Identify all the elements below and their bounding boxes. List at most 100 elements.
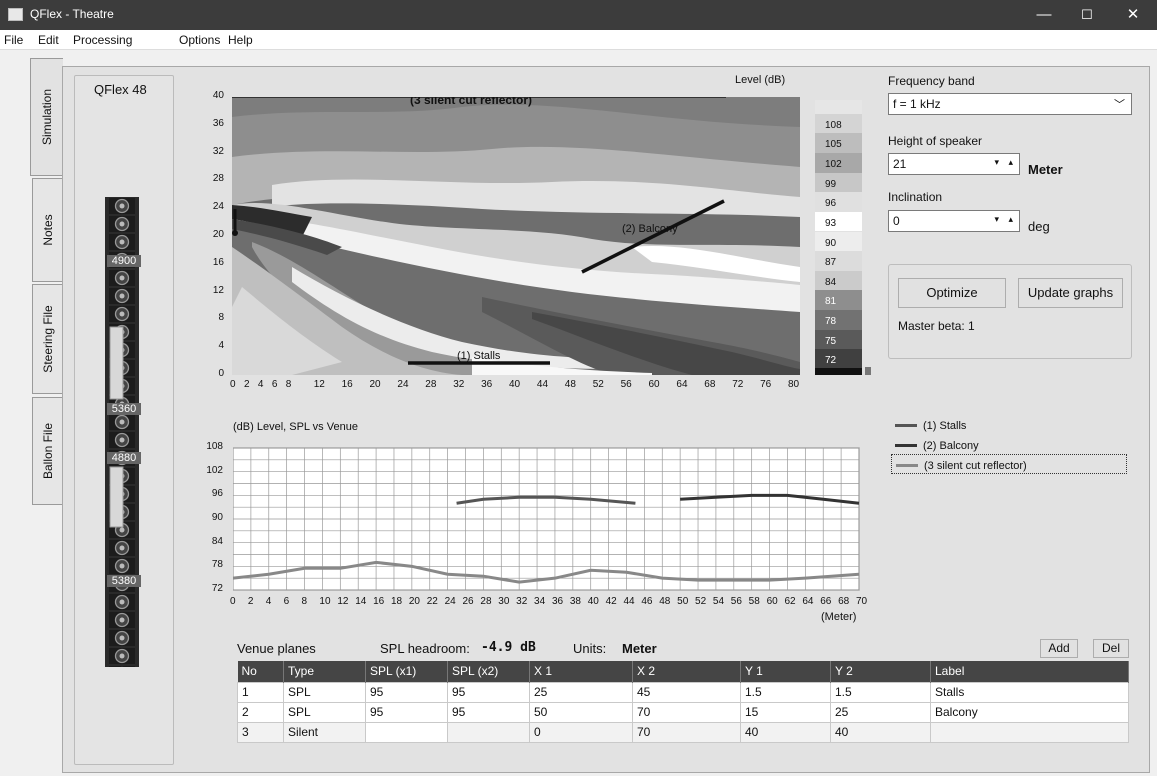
menu-file[interactable]: File [4, 33, 23, 47]
tab-notes[interactable]: Notes [32, 178, 62, 282]
table-cell[interactable]: Stalls [930, 681, 1129, 703]
scale-band: 87 [815, 251, 862, 271]
table-cell[interactable]: 3 [237, 721, 284, 743]
table-cell[interactable]: SPL [283, 701, 366, 723]
coverage-heatmap[interactable]: (3 silent cut reflector) (2) Balcony (1)… [232, 97, 800, 375]
legend-label: (1) Stalls [923, 420, 967, 432]
inclination-value: 0 [893, 214, 900, 228]
menu-options[interactable]: Options [179, 33, 220, 47]
update-graphs-button[interactable]: Update graphs [1018, 278, 1123, 308]
table-cell[interactable]: 50 [529, 701, 633, 723]
table-cell[interactable]: 45 [632, 681, 741, 703]
heatmap-y-tick: 36 [212, 117, 224, 129]
col-y1[interactable]: Y 1 [740, 661, 831, 682]
line-graph-x-tick: 4 [265, 596, 272, 607]
col-x2[interactable]: X 2 [632, 661, 741, 682]
inclination-spinner[interactable]: 0 ▾ ▴ [888, 210, 1020, 232]
table-cell[interactable]: 0 [529, 721, 633, 743]
line-graph-x-tick: 60 [766, 596, 778, 607]
chevron-down-icon: ﹀ [1114, 99, 1125, 111]
table-cell[interactable]: 1.5 [740, 681, 831, 703]
table-row[interactable]: 2 SPL 95 95 50 70 15 25 Balcony [237, 701, 1129, 723]
table-cell[interactable]: 70 [632, 701, 741, 723]
heatmap-x-tick: 36 [481, 379, 493, 390]
add-button[interactable]: Add [1040, 639, 1078, 658]
table-cell[interactable]: Balcony [930, 701, 1129, 723]
del-button[interactable]: Del [1093, 639, 1129, 658]
tab-steering-file[interactable]: Steering File [32, 284, 62, 394]
spin-up-icon[interactable]: ▴ [1008, 157, 1013, 168]
table-cell[interactable]: SPL [283, 681, 366, 703]
table-cell[interactable]: 70 [632, 721, 741, 743]
legend-stalls[interactable]: (1) Stalls [895, 418, 966, 432]
col-y2[interactable]: Y 2 [830, 661, 931, 682]
table-cell[interactable]: 1.5 [830, 681, 931, 703]
spin-down-icon[interactable]: ▾ [994, 157, 999, 168]
heatmap-x-tick: 48 [564, 379, 576, 390]
line-graph-y-tick: 84 [211, 535, 223, 547]
heatmap-y-tick: 8 [218, 312, 224, 324]
table-cell[interactable] [365, 721, 448, 743]
scale-band: 90 [815, 231, 862, 252]
col-type[interactable]: Type [283, 661, 366, 682]
menu-edit[interactable]: Edit [38, 33, 59, 47]
table-cell[interactable]: Silent [283, 721, 366, 743]
col-no[interactable]: No [237, 661, 284, 682]
tab-simulation[interactable]: Simulation [30, 58, 63, 176]
table-row[interactable]: 3 Silent 0 70 40 40 [237, 721, 1129, 743]
legend-reflector[interactable]: (3 silent cut reflector) [891, 454, 1127, 474]
heatmap-x-tick: 52 [592, 379, 604, 390]
table-cell[interactable]: 15 [740, 701, 831, 723]
table-cell[interactable]: 40 [830, 721, 931, 743]
frequency-select[interactable]: f = 1 kHz ﹀ [888, 93, 1132, 115]
venue-planes-table[interactable]: No Type SPL (x1) SPL (x2) X 1 X 2 Y 1 Y … [237, 661, 1129, 743]
table-cell[interactable] [447, 721, 530, 743]
optimize-button[interactable]: Optimize [898, 278, 1006, 308]
inclination-label: Inclination [888, 190, 943, 204]
table-cell[interactable]: 95 [365, 701, 448, 723]
col-x1[interactable]: X 1 [529, 661, 633, 682]
table-cell[interactable]: 95 [365, 681, 448, 703]
col-label[interactable]: Label [930, 661, 1129, 682]
legend-balcony[interactable]: (2) Balcony [895, 438, 979, 452]
reflector-annotation: (3 silent cut reflector) [410, 97, 533, 107]
title-bar: QFlex - Theatre — ☐ ✕ [0, 0, 1157, 30]
line-graph-x-tick: 12 [337, 596, 349, 607]
close-button[interactable]: ✕ [1110, 0, 1156, 30]
table-cell[interactable]: 2 [237, 701, 284, 723]
line-graph-x-tick: 70 [856, 596, 868, 607]
table-cell[interactable] [930, 721, 1129, 743]
heatmap-x-tick: 4 [257, 379, 264, 390]
maximize-button[interactable]: ☐ [1064, 0, 1110, 30]
table-cell[interactable]: 95 [447, 701, 530, 723]
tab-notes-label: Notes [40, 214, 55, 246]
spin-down-icon[interactable]: ▾ [994, 214, 999, 225]
tab-ballon-file[interactable]: Ballon File [32, 397, 62, 505]
line-graph-x-tick: 8 [301, 596, 308, 607]
legend-swatch [896, 464, 918, 468]
col-spl-x2[interactable]: SPL (x2) [447, 661, 530, 682]
scale-band: 72 [815, 349, 862, 369]
height-spinner[interactable]: 21 ▾ ▴ [888, 153, 1020, 175]
heatmap-y-tick: 24 [212, 201, 224, 213]
line-graph-x-tick: 36 [551, 596, 564, 607]
heatmap-x-tick: 20 [369, 379, 381, 390]
table-cell[interactable]: 25 [529, 681, 633, 703]
line-graph-x-tick: 52 [695, 596, 707, 607]
line-graph-x-tick: 32 [516, 596, 528, 607]
line-graph-y-tick: 96 [211, 488, 223, 500]
table-cell[interactable]: 1 [237, 681, 284, 703]
menu-help[interactable]: Help [228, 33, 253, 47]
heatmap-x-tick: 64 [676, 379, 688, 390]
heatmap-y-tick: 16 [212, 256, 224, 268]
heatmap-x-tick: 56 [620, 379, 632, 390]
table-cell[interactable]: 40 [740, 721, 831, 743]
table-cell[interactable]: 25 [830, 701, 931, 723]
col-spl-x1[interactable]: SPL (x1) [365, 661, 448, 682]
table-row[interactable]: 1 SPL 95 95 25 45 1.5 1.5 Stalls [237, 681, 1129, 703]
line-graph-x-tick: 16 [373, 596, 385, 607]
minimize-button[interactable]: — [1021, 0, 1067, 30]
table-cell[interactable]: 95 [447, 681, 530, 703]
spin-up-icon[interactable]: ▴ [1008, 214, 1013, 225]
menu-processing[interactable]: Processing [73, 33, 132, 47]
